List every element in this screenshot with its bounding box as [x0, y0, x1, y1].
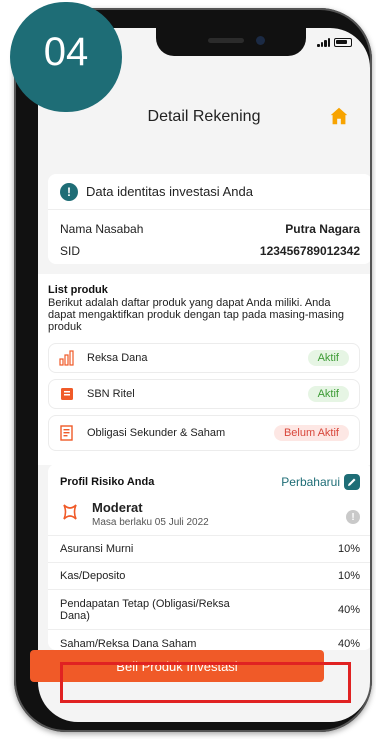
status-badge: Belum Aktif: [273, 425, 349, 441]
identity-label: SID: [60, 244, 81, 258]
identity-value: 123456789012342: [259, 244, 360, 258]
stage: Detail Rekening ! Data identitas investa…: [0, 0, 376, 739]
risk-profile-card: Profil Risiko Anda Perbaharui Moderat Ma…: [48, 464, 370, 650]
risk-level: Moderat Masa berlaku 05 Juli 2022 !: [48, 500, 370, 536]
identity-value: Putra Nagara: [285, 222, 360, 236]
product-item-reksa-dana[interactable]: Reksa Dana Aktif: [48, 343, 360, 373]
risk-valid-until: Masa berlaku 05 Juli 2022: [92, 517, 209, 528]
product-name: SBN Ritel: [87, 388, 135, 400]
product-name: Obligasi Sekunder & Saham: [87, 427, 226, 439]
battery-icon: [334, 38, 352, 47]
identity-row-sid: SID 123456789012342: [48, 240, 370, 262]
pencil-icon: [344, 474, 360, 490]
identity-header: ! Data identitas investasi Anda: [48, 174, 370, 210]
product-description: Berikut adalah daftar produk yang dapat …: [48, 297, 344, 333]
level-text: Moderat Masa berlaku 05 Juli 2022: [92, 500, 346, 528]
identity-label: Nama Nasabah: [60, 222, 144, 236]
update-label: Perbaharui: [281, 475, 340, 489]
allocation-row: Asuransi Murni 10%: [48, 536, 370, 563]
buy-investment-button[interactable]: Beli Produk Investasi: [30, 650, 324, 682]
risk-title: Profil Risiko Anda: [60, 476, 155, 488]
allocation-row: Kas/Deposito 10%: [48, 563, 370, 590]
allocation-value: 10%: [337, 570, 360, 582]
status-badge: Aktif: [307, 386, 349, 402]
product-list: List produk Berikut adalah daftar produk…: [38, 274, 370, 465]
risk-level-name: Moderat: [92, 500, 143, 515]
allocation-value: 40%: [337, 637, 360, 650]
phone-frame: Detail Rekening ! Data identitas investa…: [14, 8, 372, 732]
page-title: Detail Rekening: [147, 108, 261, 125]
app-screen: Detail Rekening ! Data identitas investa…: [38, 28, 370, 722]
product-heading: List produk: [48, 284, 108, 296]
allocation-label: Kas/Deposito: [60, 570, 126, 582]
identity-title: Data identitas investasi Anda: [86, 184, 253, 199]
identity-row-name: Nama Nasabah Putra Nagara: [48, 218, 370, 240]
chart-bars-icon: [59, 350, 75, 366]
product-item-obligasi-saham[interactable]: Obligasi Sekunder & Saham Belum Aktif: [48, 415, 360, 451]
allocation-label: Asuransi Murni: [60, 543, 134, 555]
notch: [156, 28, 306, 56]
product-name: Reksa Dana: [87, 352, 148, 364]
info-icon[interactable]: !: [346, 510, 360, 524]
identity-card: ! Data identitas investasi Anda Nama Nas…: [48, 174, 370, 264]
info-icon: !: [60, 182, 78, 201]
allocation-value: 40%: [337, 603, 360, 616]
signal-icon: [317, 38, 330, 47]
camera: [256, 36, 265, 45]
allocation-row: Pendapatan Tetap (Obligasi/Reksa Dana) 4…: [48, 590, 370, 630]
risk-header: Profil Risiko Anda Perbaharui: [48, 464, 370, 500]
speaker: [208, 38, 244, 43]
product-item-sbn-ritel[interactable]: SBN Ritel Aktif: [48, 379, 360, 409]
allocation-label: Pendapatan Tetap (Obligasi/Reksa Dana): [60, 597, 230, 622]
status-icons: [317, 38, 352, 47]
allocation-label: Saham/Reksa Dana Saham: [60, 637, 197, 650]
step-badge: 04: [10, 2, 122, 112]
profile-level-icon: [63, 504, 77, 520]
document-icon: [59, 425, 75, 441]
status-badge: Aktif: [307, 350, 349, 366]
update-risk-button[interactable]: Perbaharui: [281, 474, 360, 490]
allocation-value: 10%: [337, 543, 360, 555]
book-icon: [59, 386, 75, 402]
home-icon[interactable]: [328, 105, 350, 127]
